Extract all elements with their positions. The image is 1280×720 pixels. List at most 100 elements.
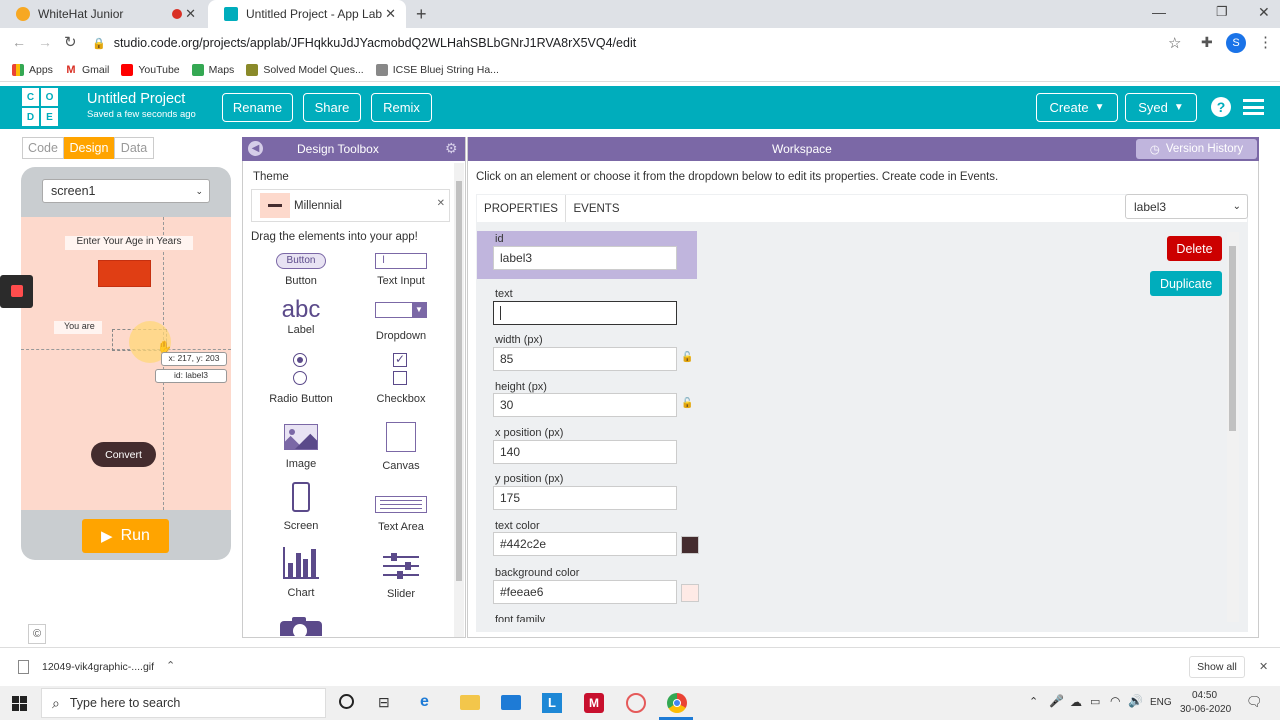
age-text-input[interactable] bbox=[98, 260, 151, 287]
wifi-icon[interactable]: ◠ bbox=[1110, 694, 1120, 708]
edge-icon[interactable]: e bbox=[420, 693, 429, 711]
user-menu-button[interactable]: Syed ▼ bbox=[1125, 93, 1197, 122]
taskbar-search[interactable]: ⌕ Type here to search bbox=[41, 688, 326, 718]
close-download-bar-icon[interactable]: ✕ bbox=[1259, 660, 1268, 673]
extensions-icon[interactable]: ✚ bbox=[1201, 34, 1213, 51]
theme-select[interactable]: Millennial ✕ bbox=[251, 189, 450, 222]
reload-icon[interactable]: ↻ bbox=[64, 33, 77, 51]
clock-time[interactable]: 04:50 bbox=[1192, 690, 1217, 701]
mcafee-icon[interactable]: M bbox=[584, 693, 604, 713]
bookmark-icse[interactable]: ICSE Bluej String Ha... bbox=[375, 63, 499, 76]
bookmark-solved-model[interactable]: Solved Model Ques... bbox=[246, 63, 364, 76]
bookmark-maps[interactable]: Maps bbox=[191, 63, 234, 76]
toolbox-scrollbar[interactable] bbox=[454, 163, 464, 637]
minimize-icon[interactable]: — bbox=[1152, 4, 1166, 20]
version-history-button[interactable]: ◷ Version History bbox=[1136, 139, 1257, 159]
chevron-up-icon[interactable]: ⌃ bbox=[166, 659, 175, 672]
rename-button[interactable]: Rename bbox=[222, 93, 293, 122]
close-window-icon[interactable]: ✕ bbox=[1258, 4, 1270, 21]
background-color-swatch[interactable] bbox=[681, 584, 699, 602]
new-tab-button[interactable]: + bbox=[416, 4, 427, 25]
bookmark-apps[interactable]: Apps bbox=[12, 63, 53, 76]
tool-slider[interactable]: Slider bbox=[351, 553, 451, 600]
browser-menu-icon[interactable]: ⋮ bbox=[1258, 33, 1273, 51]
windows-start-icon[interactable] bbox=[12, 696, 27, 711]
close-tab-icon[interactable]: ✕ bbox=[185, 6, 196, 22]
tool-radio-button[interactable]: Radio Button bbox=[251, 353, 351, 405]
clock-date[interactable]: 30-06-2020 bbox=[1180, 704, 1231, 715]
tool-text-input[interactable]: I Text Input bbox=[351, 253, 451, 287]
unlock-icon[interactable]: 🔓 bbox=[681, 352, 693, 363]
height-field[interactable]: 30 bbox=[493, 393, 677, 417]
duplicate-button[interactable]: Duplicate bbox=[1150, 271, 1222, 296]
show-hidden-icons-icon[interactable]: ⌃ bbox=[1029, 695, 1038, 708]
tab-app-lab[interactable]: Untitled Project - App Lab ✕ bbox=[208, 0, 406, 28]
help-icon[interactable]: ? bbox=[1211, 97, 1231, 117]
unlock-icon[interactable]: 🔓 bbox=[681, 398, 693, 409]
copyright-button[interactable]: © bbox=[28, 624, 46, 644]
text-color-field[interactable]: #442c2e bbox=[493, 532, 677, 556]
language-indicator[interactable]: ENG bbox=[1150, 697, 1172, 708]
notifications-icon[interactable]: 🗨 bbox=[1246, 694, 1263, 710]
design-toggle[interactable]: Design bbox=[64, 137, 114, 159]
properties-scrollbar[interactable] bbox=[1227, 232, 1239, 622]
bookmark-youtube[interactable]: YouTube bbox=[121, 63, 180, 76]
mail-icon[interactable] bbox=[501, 695, 521, 710]
tool-chart[interactable]: Chart bbox=[251, 547, 351, 599]
profile-avatar[interactable]: S bbox=[1226, 33, 1246, 53]
maximize-icon[interactable]: ❐ bbox=[1216, 4, 1228, 20]
tool-screen[interactable]: Screen bbox=[251, 482, 351, 532]
back-icon[interactable]: ← bbox=[12, 34, 26, 50]
delete-button[interactable]: Delete bbox=[1167, 236, 1222, 261]
tool-label[interactable]: abc Label bbox=[251, 298, 351, 337]
collapse-toolbox-icon[interactable]: ◀ bbox=[248, 141, 263, 156]
gear-icon[interactable]: ⚙ bbox=[445, 140, 458, 157]
tool-checkbox[interactable]: ✓ Checkbox bbox=[351, 353, 451, 405]
tab-events[interactable]: EVENTS bbox=[565, 195, 627, 222]
tool-image[interactable]: Image bbox=[251, 424, 351, 470]
run-button[interactable]: ▶ Run bbox=[82, 519, 169, 553]
recorder-widget[interactable] bbox=[0, 275, 33, 308]
onedrive-icon[interactable]: ☁ bbox=[1070, 695, 1082, 709]
element-select[interactable]: label3 ⌄ bbox=[1125, 194, 1248, 219]
data-toggle[interactable]: Data bbox=[114, 137, 154, 159]
id-field[interactable]: label3 bbox=[493, 246, 677, 270]
background-color-field[interactable]: #feeae6 bbox=[493, 580, 677, 604]
screen-select[interactable]: screen1 ⌄ bbox=[42, 179, 210, 203]
width-field[interactable]: 85 bbox=[493, 347, 677, 371]
close-tab-icon[interactable]: ✕ bbox=[385, 6, 396, 22]
code-org-logo[interactable]: C O D E bbox=[22, 88, 58, 126]
clear-theme-icon[interactable]: ✕ bbox=[437, 198, 445, 209]
tab-properties[interactable]: PROPERTIES bbox=[477, 195, 565, 222]
volume-icon[interactable]: 🔊 bbox=[1128, 694, 1143, 708]
chrome-icon[interactable] bbox=[667, 693, 687, 713]
you-are-label[interactable]: You are bbox=[54, 321, 102, 334]
remix-button[interactable]: Remix bbox=[371, 93, 432, 122]
app-spiral-icon[interactable] bbox=[626, 693, 646, 713]
url-bar[interactable]: 🔒 studio.code.org/projects/applab/JFHqkk… bbox=[92, 32, 1192, 54]
bookmark-star-icon[interactable]: ☆ bbox=[1168, 34, 1181, 52]
file-explorer-icon[interactable] bbox=[460, 695, 480, 710]
create-menu-button[interactable]: Create ▼ bbox=[1036, 93, 1118, 122]
text-field[interactable] bbox=[493, 301, 677, 325]
tool-dropdown[interactable]: ▼ Dropdown bbox=[351, 302, 451, 342]
download-file-name[interactable]: 12049-vik4graphic-....gif bbox=[42, 661, 154, 673]
tool-button[interactable]: Button Button bbox=[251, 253, 351, 287]
text-color-swatch[interactable] bbox=[681, 536, 699, 554]
tool-canvas[interactable]: Canvas bbox=[351, 420, 451, 472]
cortana-icon[interactable] bbox=[339, 694, 354, 709]
show-all-button[interactable]: Show all bbox=[1189, 656, 1245, 678]
code-toggle[interactable]: Code bbox=[22, 137, 64, 159]
app-screen[interactable]: Enter Your Age in Years You are ✋ x: 217… bbox=[21, 217, 231, 510]
convert-button[interactable]: Convert bbox=[91, 442, 156, 467]
hamburger-menu-icon[interactable] bbox=[1243, 99, 1264, 115]
share-button[interactable]: Share bbox=[303, 93, 361, 122]
microphone-icon[interactable]: 🎤 bbox=[1049, 694, 1064, 708]
tool-text-area[interactable]: Text Area bbox=[351, 496, 451, 533]
age-label[interactable]: Enter Your Age in Years bbox=[65, 236, 193, 250]
forward-icon[interactable]: → bbox=[38, 34, 52, 50]
app-l-icon[interactable]: L bbox=[542, 693, 562, 713]
task-view-icon[interactable]: ⊟ bbox=[378, 694, 390, 711]
y-position-field[interactable]: 175 bbox=[493, 486, 677, 510]
battery-icon[interactable]: ▭ bbox=[1090, 695, 1100, 708]
